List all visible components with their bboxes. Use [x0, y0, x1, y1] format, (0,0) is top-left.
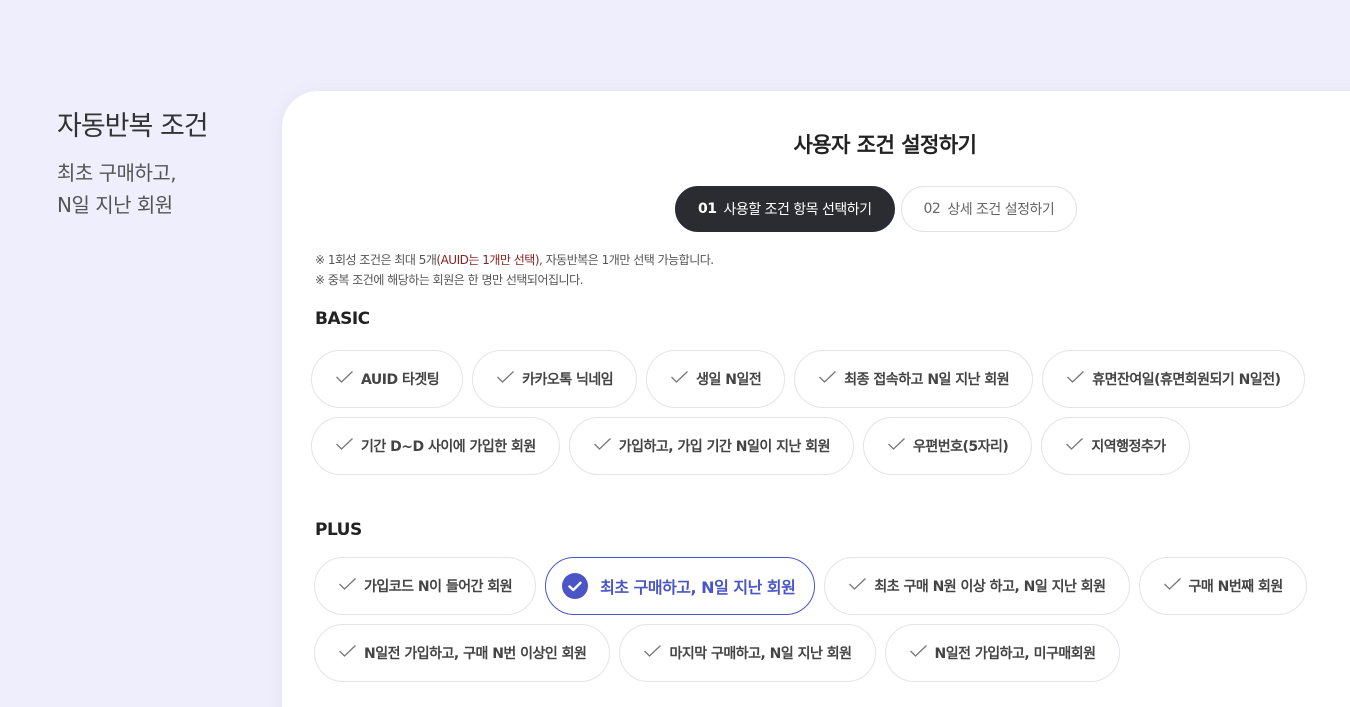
side-desc: 최초 구매하고, N일 지난 회원 [57, 157, 208, 221]
check-icon [909, 644, 935, 662]
plus-condition-chip[interactable]: 가입코드 N이 들어간 회원 [314, 557, 537, 615]
note-line-1: ※ 1회성 조건은 최대 5개(AUID는 1개만 선택), 자동반복은 1개만… [315, 250, 714, 270]
basic-condition-chip[interactable]: 지역행정추가 [1041, 417, 1190, 475]
plus-chip-label: 마지막 구매하고, N일 지난 회원 [669, 646, 852, 662]
basic-chip-label: 생일 N일전 [696, 372, 762, 388]
plus-chip-label: 구매 N번째 회원 [1188, 579, 1284, 595]
notes: ※ 1회성 조건은 최대 5개(AUID는 1개만 선택), 자동반복은 1개만… [315, 250, 714, 290]
basic-chip-row: AUID 타겟팅 카카오톡 닉네임 생일 N일전 최종 접속하고 N일 지난 회원 휴면… [311, 350, 1305, 408]
plus-chip-list: 가입코드 N이 들어간 회원 최초 구매하고, N일 지난 회원 최초 구매 N원 … [314, 557, 1307, 682]
check-icon [1163, 577, 1189, 595]
plus-chip-label: 가입코드 N이 들어간 회원 [364, 579, 513, 595]
plus-section-label: PLUS [315, 520, 362, 540]
check-icon [670, 370, 696, 388]
basic-chip-list: AUID 타겟팅 카카오톡 닉네임 생일 N일전 최종 접속하고 N일 지난 회원 휴면… [311, 350, 1305, 475]
check-icon [335, 370, 361, 388]
basic-condition-chip[interactable]: 최종 접속하고 N일 지난 회원 [794, 350, 1034, 408]
plus-chip-label: 최초 구매 N원 이상 하고, N일 지난 회원 [874, 579, 1106, 595]
basic-condition-chip[interactable]: 우편번호(5자리) [863, 417, 1033, 475]
condition-panel: 사용자 조건 설정하기 01 사용할 조건 항목 선택하기 02 상세 조건 설… [282, 91, 1350, 707]
step-2-num: 02 [923, 201, 941, 217]
check-icon [338, 644, 364, 662]
step-2-label: 상세 조건 설정하기 [947, 202, 1055, 218]
plus-chip-label: 최초 구매하고, N일 지난 회원 [600, 578, 796, 597]
basic-condition-chip[interactable]: 휴면잔여일(휴면회원되기 N일전) [1042, 350, 1305, 408]
check-icon [643, 644, 669, 662]
basic-chip-label: 카카오톡 닉네임 [522, 372, 614, 388]
plus-condition-chip[interactable]: 최초 구매 N원 이상 하고, N일 지난 회원 [824, 557, 1130, 615]
plus-condition-chip[interactable]: 최초 구매하고, N일 지난 회원 [545, 557, 816, 615]
check-icon [887, 437, 913, 455]
basic-condition-chip[interactable]: 가입하고, 가입 기간 N일이 지난 회원 [568, 417, 855, 475]
basic-section-label: BASIC [315, 309, 370, 329]
check-circle-icon [562, 573, 589, 599]
note-1-text: ※ 1회성 조건은 최대 5개 [315, 253, 437, 267]
note-1-text-end: , 자동반복은 1개만 선택 가능합니다. [539, 253, 714, 267]
check-icon [496, 370, 522, 388]
plus-chip-label: N일전 가입하고, 구매 N번 이상인 회원 [364, 646, 587, 662]
plus-chip-row: N일전 가입하고, 구매 N번 이상인 회원 마지막 구매하고, N일 지난 회원… [314, 624, 1307, 682]
plus-condition-chip[interactable]: N일전 가입하고, 구매 N번 이상인 회원 [314, 624, 611, 682]
step-1-label: 사용할 조건 항목 선택하기 [723, 202, 872, 218]
plus-chip-row: 가입코드 N이 들어간 회원 최초 구매하고, N일 지난 회원 최초 구매 N원 … [314, 557, 1307, 615]
basic-chip-label: AUID 타겟팅 [361, 372, 440, 388]
plus-condition-chip[interactable]: 구매 N번째 회원 [1138, 557, 1307, 615]
note-1-highlight: (AUID는 1개만 선택) [436, 253, 540, 267]
check-icon [1065, 437, 1091, 455]
side-description: 자동반복 조건 최초 구매하고, N일 지난 회원 [57, 104, 209, 221]
basic-chip-label: 지역행정추가 [1091, 439, 1166, 455]
check-icon [338, 577, 364, 595]
check-icon [593, 437, 619, 455]
check-icon [818, 370, 844, 388]
basic-chip-label: 최종 접속하고 N일 지난 회원 [844, 372, 1010, 388]
basic-condition-chip[interactable]: AUID 타겟팅 [311, 350, 464, 408]
panel-title: 사용자 조건 설정하기 [793, 133, 977, 157]
basic-chip-label: 휴면잔여일(휴면회원되기 N일전) [1092, 372, 1281, 388]
plus-chip-label: N일전 가입하고, 미구매회원 [934, 646, 1096, 662]
basic-chip-label: 우편번호(5자리) [913, 439, 1009, 455]
note-line-2: ※ 중복 조건에 해당하는 회원은 한 명만 선택되어집니다. [315, 273, 583, 287]
step-2-tab[interactable]: 02 상세 조건 설정하기 [900, 186, 1078, 232]
basic-condition-chip[interactable]: 기간 D~D 사이에 가입한 회원 [311, 417, 560, 475]
check-icon [1066, 370, 1092, 388]
check-icon [335, 437, 361, 455]
check-icon [848, 577, 874, 595]
basic-chip-row: 기간 D~D 사이에 가입한 회원 가입하고, 가입 기간 N일이 지난 회원 우편… [311, 417, 1305, 475]
step-tabs: 01 사용할 조건 항목 선택하기 02 상세 조건 설정하기 [675, 186, 1078, 232]
step-1-num: 01 [698, 201, 717, 217]
basic-chip-label: 가입하고, 가입 기간 N일이 지난 회원 [618, 439, 831, 455]
side-title: 자동반복 조건 [57, 111, 209, 142]
plus-condition-chip[interactable]: N일전 가입하고, 미구매회원 [884, 624, 1120, 682]
step-1-tab[interactable]: 01 사용할 조건 항목 선택하기 [675, 186, 895, 232]
side-desc-line1: 최초 구매하고, [57, 161, 177, 185]
plus-condition-chip[interactable]: 마지막 구매하고, N일 지난 회원 [619, 624, 876, 682]
basic-condition-chip[interactable]: 생일 N일전 [646, 350, 786, 408]
side-desc-line2: N일 지난 회원 [57, 193, 173, 217]
basic-chip-label: 기간 D~D 사이에 가입한 회원 [361, 439, 536, 455]
basic-condition-chip[interactable]: 카카오톡 닉네임 [472, 350, 638, 408]
